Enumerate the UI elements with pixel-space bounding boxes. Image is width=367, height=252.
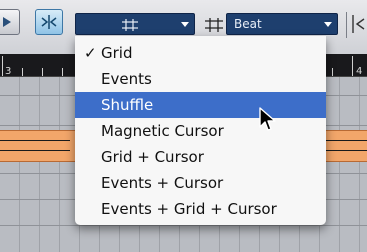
menu-item-shuffle[interactable]: Shuffle [75, 92, 326, 118]
ruler-tick [42, 68, 43, 76]
menu-item-events-cursor[interactable]: Events + Cursor [75, 170, 326, 196]
menu-item-magnetic-cursor[interactable]: Magnetic Cursor [75, 118, 326, 144]
menu-item-grid-cursor[interactable]: Grid + Cursor [75, 144, 326, 170]
menu-item-grid[interactable]: ✓ Grid [75, 40, 326, 66]
ruler-tick [2, 56, 3, 76]
event-waveform-line [0, 150, 70, 151]
ruler-bar-3: 3 [5, 66, 12, 77]
menu-item-label: Events + Grid + Cursor [101, 200, 277, 218]
ruler-tick [62, 68, 63, 76]
menu-item-label: Grid [101, 44, 133, 62]
menu-item-events[interactable]: Events [75, 66, 326, 92]
track-lane [0, 225, 367, 226]
mouse-pointer-icon [259, 107, 276, 131]
ruler-tick [352, 56, 353, 76]
ruler-tick [332, 68, 333, 76]
snap-toggle-button[interactable] [35, 9, 63, 35]
event-waveform-line [0, 140, 70, 141]
arrow-right-button[interactable] [0, 9, 20, 35]
snap-type-combo[interactable] [75, 13, 195, 35]
event-waveform-line [326, 140, 367, 141]
snap-icon [41, 15, 57, 29]
quantize-combo[interactable]: Beat [226, 13, 338, 35]
menu-item-events-grid-cursor[interactable]: Events + Grid + Cursor [75, 196, 326, 222]
arrow-right-icon [3, 17, 11, 27]
snap-type-menu: ✓ Grid Events Shuffle Magnetic Cursor Gr… [75, 36, 326, 225]
menu-item-label: Grid + Cursor [101, 148, 204, 166]
quantize-label: Beat [234, 17, 262, 31]
grid-icon [122, 19, 138, 31]
ruler-bar-4: 4 [356, 66, 363, 77]
chevron-down-icon [324, 22, 332, 27]
toolbar-divider [346, 12, 347, 38]
menu-item-label: Events + Cursor [101, 174, 224, 192]
quantize-tool-icon[interactable] [350, 14, 367, 34]
checkmark-icon: ✓ [84, 44, 97, 62]
menu-item-label: Magnetic Cursor [101, 122, 224, 140]
menu-item-label: Shuffle [101, 96, 154, 114]
menu-item-label: Events [101, 70, 152, 88]
event-waveform-line [326, 150, 367, 151]
quantize-grid-icon [205, 18, 223, 32]
chevron-down-icon [181, 22, 189, 27]
ruler-tick [22, 68, 23, 76]
